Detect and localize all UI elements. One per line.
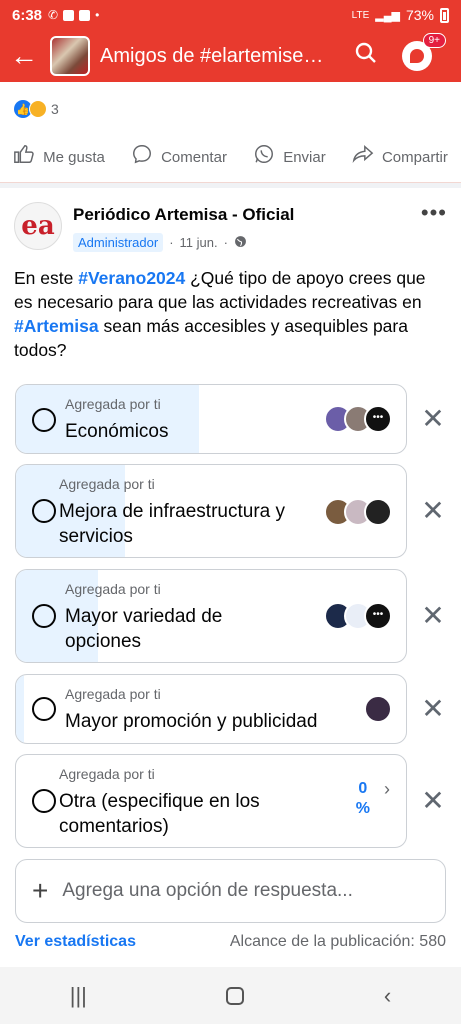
recent-apps-icon[interactable]: ||| <box>70 983 87 1009</box>
voter-avatars[interactable] <box>364 695 392 723</box>
status-notification-icons: ✆ • <box>48 8 99 22</box>
poll-option-result-bar <box>16 675 24 743</box>
post-text: En este #Verano2024 ¿Qué tipo de apoyo c… <box>14 266 446 362</box>
voter-avatars[interactable]: ••• <box>324 405 392 433</box>
radio-button[interactable] <box>32 499 56 523</box>
like-label: Me gusta <box>43 148 105 166</box>
send-label: Enviar <box>283 148 326 166</box>
radio-button[interactable] <box>32 408 56 432</box>
more-options-icon[interactable]: ••• <box>421 200 447 226</box>
added-by-label: Agregada por ti <box>59 766 155 782</box>
poll-option-label: Otra (especifique en los comentarios) <box>59 791 260 837</box>
added-by-label: Agregada por ti <box>59 476 155 492</box>
add-option-placeholder: Agrega una opción de respuesta... <box>62 880 353 901</box>
voter-avatar <box>364 695 392 723</box>
post-text-part: En este <box>14 268 79 288</box>
whatsapp-notification-icon: ✆ <box>48 8 59 22</box>
back-icon[interactable]: ‹ <box>384 983 391 1009</box>
facebook-notification-icon-2 <box>79 9 91 21</box>
share-label: Compartir <box>381 148 448 166</box>
signal-label: LTE <box>351 9 370 21</box>
added-by-label: Agregada por ti <box>65 686 161 702</box>
action-bar: Me gusta Comentar Enviar Compartir <box>0 138 461 176</box>
percent-sign: % <box>355 800 370 817</box>
post-meta: Administrador · 11 jun. · <box>73 233 247 252</box>
poll-option-percent: 0 % <box>356 779 370 819</box>
poll-option[interactable]: Agregada por ti Mayor promoción y public… <box>15 674 407 744</box>
back-arrow-icon[interactable]: ← <box>10 42 44 70</box>
status-time: 6:38 <box>12 6 43 24</box>
home-icon[interactable] <box>226 986 245 1005</box>
thumbs-up-icon <box>13 143 35 171</box>
app-header: ← Amigos de #elartemise… 9+ <box>0 30 461 82</box>
group-thumbnail[interactable] <box>50 36 90 76</box>
battery-percent: 73% <box>405 7 434 23</box>
poll-option-label: Mayor variedad de opciones <box>65 606 223 652</box>
notifications-avatar-icon[interactable]: 9+ <box>402 33 446 71</box>
group-title[interactable]: Amigos de #elartemise… <box>100 45 340 68</box>
add-option-input[interactable]: + Agrega una opción de respuesta... <box>15 859 446 923</box>
hashtag-artemisa[interactable]: #Artemisa <box>14 316 99 336</box>
dot-icon: • <box>95 8 100 22</box>
globe-icon <box>234 235 247 251</box>
radio-button[interactable] <box>32 697 56 721</box>
radio-button[interactable] <box>32 789 56 813</box>
search-icon[interactable] <box>354 41 378 71</box>
reactions-summary[interactable]: 👍 3 <box>14 100 59 118</box>
comment-label: Comentar <box>161 148 227 166</box>
like-button[interactable]: Me gusta <box>13 143 105 171</box>
share-button[interactable]: Compartir <box>352 143 448 171</box>
meta-separator: · <box>169 235 174 250</box>
added-by-label: Agregada por ti <box>65 396 161 412</box>
meta-separator-2: · <box>223 235 228 250</box>
poll-option[interactable]: Agregada por ti Mejora de infraestructur… <box>15 464 407 558</box>
poll-option-label: Mayor promoción y publicidad <box>65 711 318 732</box>
send-button[interactable]: Enviar <box>253 143 326 171</box>
remove-option-icon[interactable]: ✕ <box>419 692 447 725</box>
admin-badge: Administrador <box>73 233 164 252</box>
more-voters-icon: ••• <box>364 602 392 630</box>
post-date[interactable]: 11 jun. <box>180 235 218 250</box>
status-bar: 6:38 ✆ • LTE ▂▄▆ 73% <box>0 0 461 30</box>
poll-option[interactable]: Agregada por ti Otra (especifique en los… <box>15 754 407 848</box>
remove-option-icon[interactable]: ✕ <box>419 784 447 817</box>
status-right: LTE ▂▄▆ 73% <box>352 7 449 23</box>
whatsapp-icon <box>253 143 275 171</box>
post-author-name[interactable]: Periódico Artemisa - Oficial <box>73 205 294 225</box>
care-reaction-icon <box>29 100 47 118</box>
comment-button[interactable]: Comentar <box>131 143 227 171</box>
poll-footer: Ver estadísticas Alcance de la publicaci… <box>15 933 446 951</box>
radio-button[interactable] <box>32 604 56 628</box>
poll-option[interactable]: Agregada por ti Económicos ••• <box>15 384 407 454</box>
battery-icon <box>440 7 449 23</box>
more-voters-icon: ••• <box>364 405 392 433</box>
voter-avatars[interactable] <box>324 498 392 526</box>
view-stats-link[interactable]: Ver estadísticas <box>15 933 136 951</box>
author-avatar[interactable]: ea <box>14 202 62 250</box>
remove-option-icon[interactable]: ✕ <box>419 599 447 632</box>
poll-option[interactable]: Agregada por ti Mayor variedad de opcion… <box>15 569 407 663</box>
poll-option-label: Mejora de infraestructura y servicios <box>59 501 285 547</box>
poll-option-label: Económicos <box>65 421 169 442</box>
voter-avatar <box>364 498 392 526</box>
reactions-count: 3 <box>51 101 59 117</box>
system-nav-bar: ||| ‹ <box>0 967 461 1024</box>
hashtag-verano2024[interactable]: #Verano2024 <box>78 268 185 288</box>
post-reach: Alcance de la publicación: 580 <box>229 933 446 950</box>
signal-icon: ▂▄▆ <box>375 9 400 22</box>
plus-icon: + <box>32 875 49 906</box>
facebook-notification-icon <box>63 9 75 21</box>
percent-value: 0 <box>358 780 368 797</box>
chevron-right-icon[interactable]: › <box>384 779 390 800</box>
voter-avatars[interactable]: ••• <box>324 602 392 630</box>
remove-option-icon[interactable]: ✕ <box>419 494 447 527</box>
added-by-label: Agregada por ti <box>65 581 161 597</box>
notification-badge: 9+ <box>422 33 446 48</box>
comment-icon <box>131 143 153 171</box>
remove-option-icon[interactable]: ✕ <box>419 402 447 435</box>
section-divider <box>0 182 461 188</box>
share-icon <box>352 143 374 171</box>
